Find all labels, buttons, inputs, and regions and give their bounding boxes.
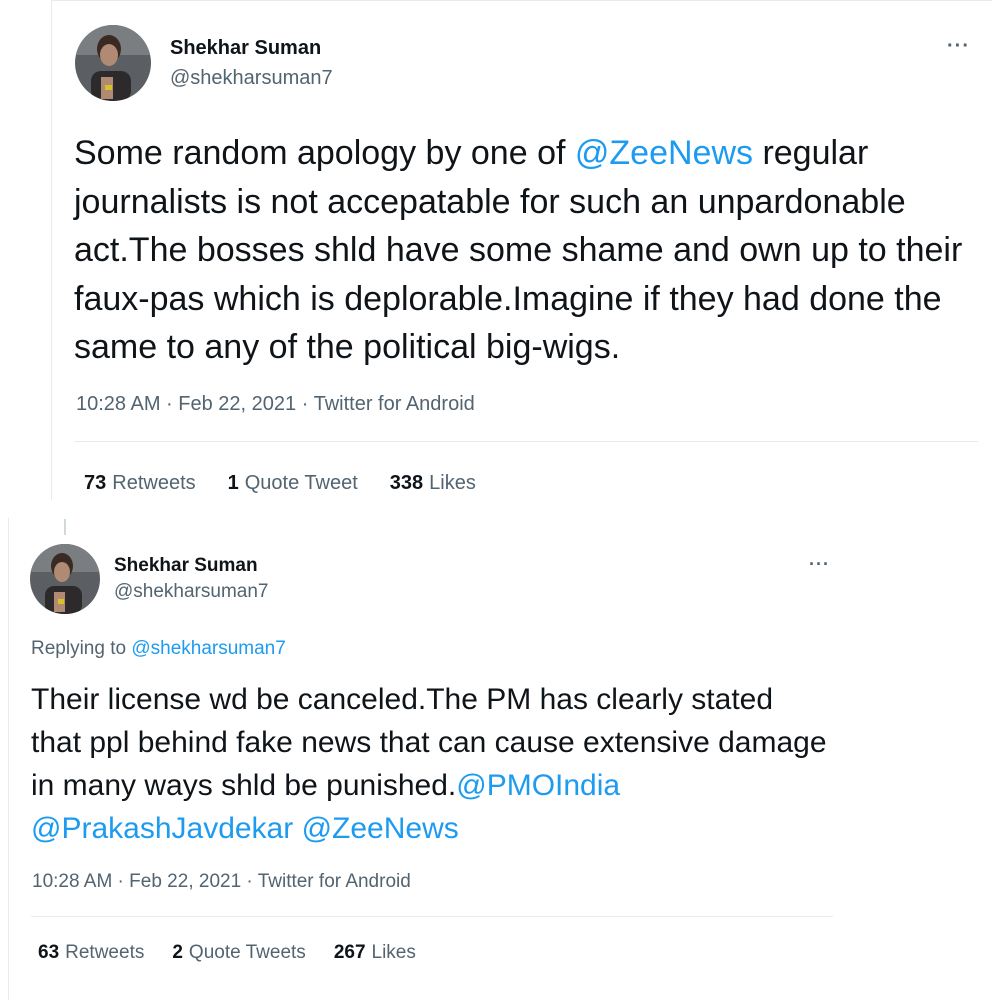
profile-photo-icon (30, 544, 100, 614)
meta-separator: · (246, 871, 253, 892)
author-name[interactable]: Shekhar Suman (114, 555, 258, 577)
quotes-count: 1 (227, 472, 239, 494)
timestamp[interactable]: 10:28 AM · Feb 22, 2021 (76, 393, 296, 415)
quotes-stat[interactable]: 2 Quote Tweets (172, 942, 305, 964)
quotes-label: Quote Tweets (188, 942, 306, 963)
retweets-count: 73 (84, 472, 107, 494)
quotes-stat[interactable]: 1 Quote Tweet (228, 472, 358, 495)
tweet-2: Shekhar Suman @shekharsuman7 ··· Replyin… (8, 518, 856, 1000)
divider (31, 916, 833, 917)
retweets-label: Retweets (65, 942, 145, 963)
likes-stat[interactable]: 267 Likes (334, 942, 416, 964)
avatar[interactable] (75, 25, 151, 101)
more-options-icon[interactable]: ··· (809, 554, 830, 575)
tweet-text-segment: Some random apology by one of (74, 134, 575, 172)
replying-to: Replying to @shekharsuman7 (31, 638, 286, 660)
replying-to-handle[interactable]: @shekharsuman7 (131, 638, 285, 659)
replying-to-prefix: Replying to (31, 638, 127, 659)
tweet-text-segment: Their license wd be canceled.The PM has … (31, 683, 827, 802)
retweets-label: Retweets (112, 472, 196, 494)
retweets-stat[interactable]: 73 Retweets (84, 472, 196, 495)
mention-link[interactable]: @ZeeNews (575, 134, 753, 172)
tweet-text: Some random apology by one of @ZeeNews r… (74, 129, 979, 372)
mention-link[interactable]: @PMOIndia (456, 769, 620, 802)
more-options-icon[interactable]: ··· (947, 35, 970, 58)
tweet-1: Shekhar Suman @shekharsuman7 ··· Some ra… (51, 0, 992, 500)
likes-count: 267 (333, 942, 366, 963)
meta-separator: · (301, 393, 309, 415)
mention-link[interactable]: @PrakashJavdekar (31, 812, 293, 845)
profile-photo-icon (75, 25, 151, 101)
tweet-stats: 73 Retweets 1 Quote Tweet 338 Likes (84, 472, 508, 495)
tweet-meta: 10:28 AM · Feb 22, 2021 · Twitter for An… (76, 393, 475, 416)
retweets-stat[interactable]: 63 Retweets (38, 942, 144, 964)
author-handle[interactable]: @shekharsuman7 (114, 581, 268, 603)
source-label[interactable]: Twitter for Android (314, 393, 475, 415)
likes-label: Likes (429, 472, 476, 494)
mention-link[interactable]: @ZeeNews (302, 812, 459, 845)
timestamp[interactable]: 10:28 AM · Feb 22, 2021 (32, 871, 241, 892)
author-name[interactable]: Shekhar Suman (170, 37, 321, 60)
divider (74, 441, 978, 442)
tweet-text-segment (293, 812, 301, 845)
avatar[interactable] (30, 544, 100, 614)
likes-count: 338 (389, 472, 424, 494)
quotes-count: 2 (172, 942, 183, 963)
tweet-text: Their license wd be canceled.The PM has … (31, 678, 831, 850)
tweet-stats: 63 Retweets 2 Quote Tweets 267 Likes (38, 942, 448, 964)
quotes-label: Quote Tweet (244, 472, 358, 494)
retweets-count: 63 (38, 942, 60, 963)
tweet-meta: 10:28 AM · Feb 22, 2021 · Twitter for An… (32, 871, 411, 893)
author-handle[interactable]: @shekharsuman7 (170, 67, 333, 90)
source-label[interactable]: Twitter for Android (258, 871, 411, 892)
likes-label: Likes (371, 942, 416, 963)
likes-stat[interactable]: 338 Likes (390, 472, 476, 495)
